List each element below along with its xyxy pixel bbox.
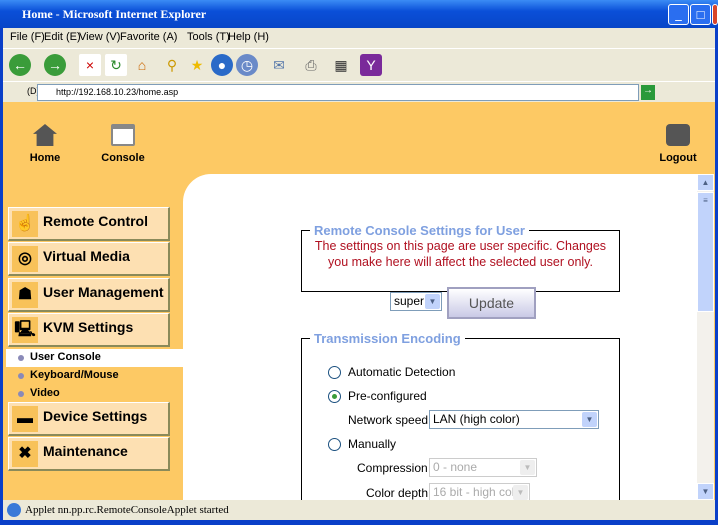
sidebar-label: Device Settings — [43, 408, 148, 424]
vertical-scrollbar[interactable]: ▲ ≡ ▼ — [697, 174, 714, 500]
window-title: Home - Microsoft Internet Explorer — [22, 7, 207, 21]
minimize-button[interactable]: _ — [668, 4, 689, 25]
cd-icon: ◎ — [12, 246, 38, 272]
page-content: Home Console Logout ☝ Remote Control ◎ Vir… — [3, 102, 715, 500]
scroll-up-icon[interactable]: ▲ — [697, 174, 714, 191]
history-icon[interactable]: ◷ — [236, 54, 258, 76]
title-bar: Home - Microsoft Internet Explorer _ □ — [0, 0, 718, 28]
network-speed-value: LAN (high color) — [433, 412, 520, 426]
home-icon — [33, 124, 57, 146]
nav-home-label: Home — [29, 152, 61, 164]
nav-console[interactable]: Console — [98, 124, 148, 164]
address-url: http://192.168.10.23/home.asp — [56, 87, 179, 97]
label-preconfigured: Pre-configured — [348, 389, 427, 403]
print-icon[interactable]: ⎙ — [300, 54, 322, 76]
transmission-encoding-group: Transmission Encoding Automatic Detectio… — [301, 331, 620, 500]
color-depth-value: 16 bit - high col — [433, 485, 515, 499]
network-speed-select[interactable]: LAN (high color) ▼ — [429, 410, 599, 429]
settings-legend: Remote Console Settings for User — [314, 223, 525, 238]
home-icon[interactable]: ⌂ — [131, 54, 153, 76]
logout-icon — [666, 124, 690, 146]
sidebar-item-remote-control[interactable]: ☝ Remote Control — [8, 207, 170, 241]
menu-file[interactable]: File (F) — [10, 31, 45, 43]
media-icon[interactable]: ● — [211, 54, 233, 76]
radio-automatic[interactable] — [328, 366, 341, 379]
menu-tools[interactable]: Tools (T) — [187, 31, 230, 43]
nav-logout[interactable]: Logout — [655, 124, 701, 164]
subitem-user-console[interactable]: User Console — [6, 349, 184, 367]
edit-icon[interactable]: ▦ — [330, 54, 352, 76]
compression-value: 0 - none — [433, 460, 478, 474]
toolbar: ← → × ↻ ⌂ ⚲ ★ ● ◷ ✉ ⎙ ▦ Y — [3, 48, 715, 81]
sidebar-label: Remote Control — [43, 213, 148, 229]
update-button[interactable]: Update — [447, 287, 536, 319]
menu-favorite[interactable]: Favorite (A) — [120, 31, 177, 43]
chevron-down-icon: ▼ — [425, 294, 440, 309]
sidebar-label: User Management — [43, 284, 164, 300]
menu-edit[interactable]: Edit (E) — [44, 31, 81, 43]
ie-page-icon — [7, 503, 21, 517]
sidebar-item-user-management[interactable]: ☗ User Management — [8, 278, 170, 312]
console-icon — [111, 124, 135, 146]
color-depth-select[interactable]: 16 bit - high col ▼ — [429, 483, 530, 500]
address-bar: (D) http://192.168.10.23/home.asp → — [3, 81, 715, 102]
device-icon: ▬ — [12, 406, 38, 432]
label-manually: Manually — [348, 437, 397, 451]
stop-icon[interactable]: × — [79, 54, 101, 76]
user-select[interactable]: super ▼ — [390, 292, 442, 311]
label-compression: Compression — [357, 461, 428, 475]
label-automatic: Automatic Detection — [348, 365, 456, 379]
messenger-icon[interactable]: Y — [360, 54, 382, 76]
search-icon[interactable]: ⚲ — [161, 54, 183, 76]
radio-preconfigured[interactable] — [328, 390, 341, 403]
user-specific-note: The settings on this page are user speci… — [314, 239, 607, 269]
sidebar-item-device-settings[interactable]: ▬ Device Settings — [8, 402, 170, 436]
subitem-keyboard-mouse[interactable]: Keyboard/Mouse — [6, 367, 184, 385]
remote-control-icon: ☝ — [12, 211, 38, 237]
subitem-video[interactable]: Video — [6, 385, 184, 403]
mail-icon[interactable]: ✉ — [268, 54, 290, 76]
nav-logout-label: Logout — [659, 152, 697, 164]
computer-icon: 🖳 — [12, 317, 38, 343]
radio-manually[interactable] — [328, 438, 341, 451]
label-color-depth: Color depth — [366, 486, 429, 500]
sidebar-item-maintenance[interactable]: ✖ Maintenance — [8, 437, 170, 471]
sidebar-item-kvm-settings[interactable]: 🖳 KVM Settings — [8, 313, 170, 347]
user-value: super — [394, 294, 425, 308]
nav-home[interactable]: Home — [25, 124, 65, 164]
go-icon[interactable]: → — [641, 85, 655, 100]
sidebar-label: KVM Settings — [43, 319, 134, 335]
scroll-down-icon[interactable]: ▼ — [697, 483, 714, 500]
maximize-button[interactable]: □ — [690, 4, 711, 25]
remote-console-settings-group: Remote Console Settings for User The set… — [301, 223, 620, 319]
sidebar-label: Virtual Media — [43, 248, 130, 264]
chevron-down-icon: ▼ — [582, 412, 597, 427]
status-text: Applet nn.pp.rc.RemoteConsoleApplet star… — [25, 504, 229, 516]
favorites-icon[interactable]: ★ — [186, 54, 208, 76]
forward-icon[interactable]: → — [44, 54, 66, 76]
chevron-down-icon: ▼ — [520, 460, 535, 475]
menu-help[interactable]: Help (H) — [228, 31, 269, 43]
scroll-thumb[interactable]: ≡ — [697, 192, 714, 312]
refresh-icon[interactable]: ↻ — [105, 54, 127, 76]
label-network-speed: Network speed — [348, 413, 429, 427]
users-icon: ☗ — [12, 282, 38, 308]
close-button[interactable] — [712, 4, 718, 25]
sidebar-label: Maintenance — [43, 443, 128, 459]
menu-bar: File (F) Edit (E) View (V) Favorite (A) … — [3, 28, 715, 48]
status-bar: Applet nn.pp.rc.RemoteConsoleApplet star… — [3, 500, 715, 520]
chevron-down-icon: ▼ — [513, 485, 528, 500]
back-icon[interactable]: ← — [9, 54, 31, 76]
compression-select[interactable]: 0 - none ▼ — [429, 458, 537, 477]
nav-console-label: Console — [101, 152, 145, 164]
tools-icon: ✖ — [12, 441, 38, 467]
address-input[interactable]: http://192.168.10.23/home.asp — [37, 84, 639, 101]
encoding-legend: Transmission Encoding — [314, 331, 461, 346]
menu-view[interactable]: View (V) — [79, 31, 120, 43]
sidebar-item-virtual-media[interactable]: ◎ Virtual Media — [8, 242, 170, 276]
